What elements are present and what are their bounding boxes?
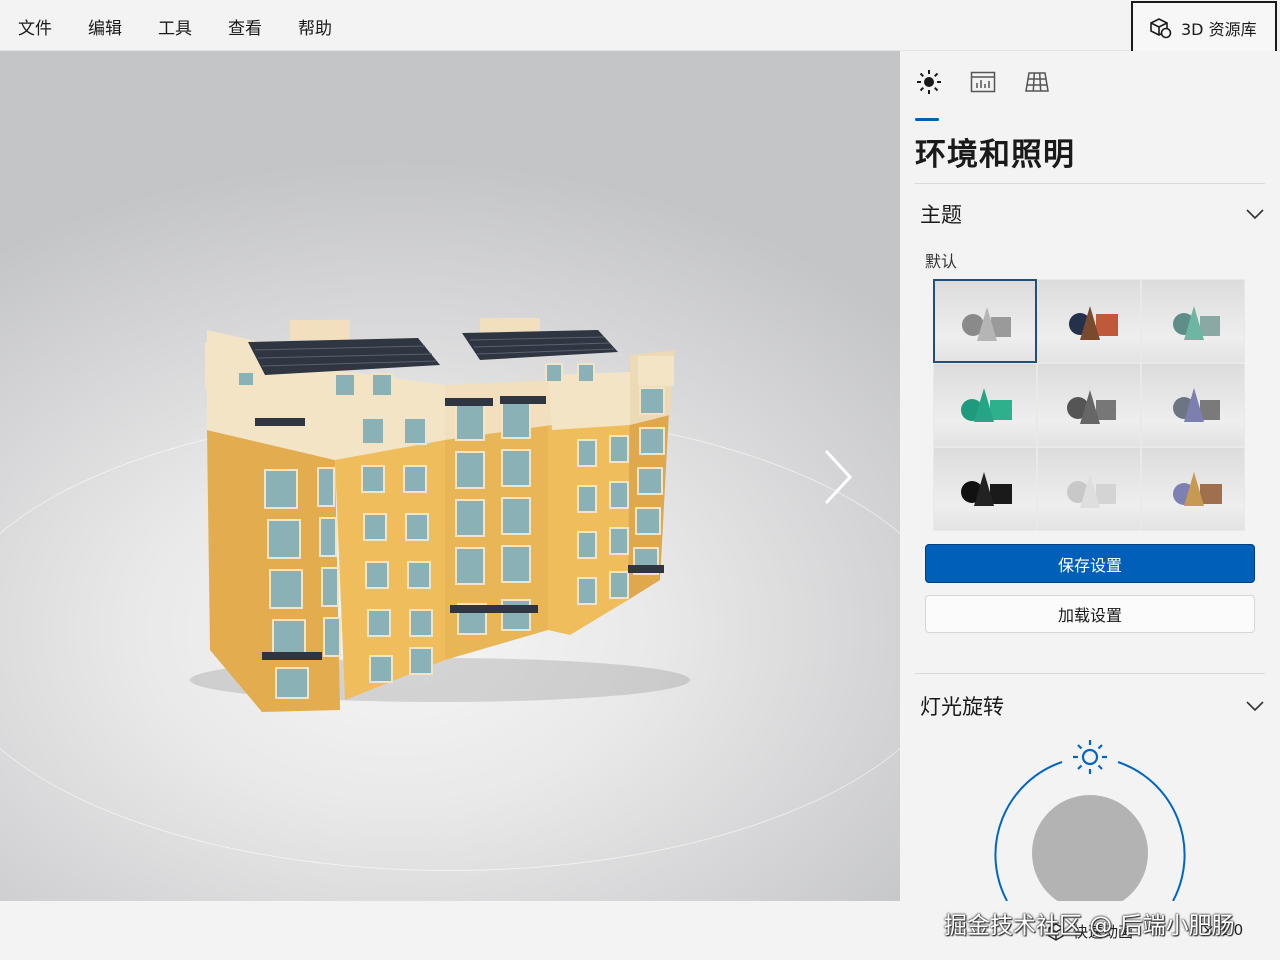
theme-section-header[interactable]: 主题 xyxy=(920,199,1265,229)
menu-edit[interactable]: 编辑 xyxy=(88,14,122,39)
stats-icon xyxy=(970,71,996,93)
theme-preset-violet[interactable] xyxy=(1141,363,1245,447)
selected-theme-label: 默认 xyxy=(925,252,958,271)
light-sphere xyxy=(1032,795,1148,901)
environment-panel: 环境和照明 主题 默认 保存设置 加载设置 灯光旋转 xyxy=(900,51,1280,901)
chevron-down-icon[interactable] xyxy=(1245,700,1265,712)
menu-tools[interactable]: 工具 xyxy=(158,14,192,39)
cube-shapes-icon xyxy=(1150,17,1172,38)
theme-preset-light[interactable] xyxy=(1037,447,1141,531)
sun-handle-icon[interactable] xyxy=(1070,737,1110,777)
menu-help[interactable]: 帮助 xyxy=(298,14,332,39)
status-bar: 快速动画 × 1.0 掘金技术社区 @ 后端小肥肠 xyxy=(0,901,1280,960)
divider xyxy=(915,673,1265,674)
grid-icon xyxy=(1025,72,1049,92)
light-rotation-dial[interactable] xyxy=(970,731,1210,901)
theme-preset-teal[interactable] xyxy=(1141,279,1245,363)
theme-heading: 主题 xyxy=(920,203,962,227)
light-rotation-heading: 灯光旋转 xyxy=(920,695,1004,719)
theme-preset-default[interactable] xyxy=(933,279,1037,363)
watermark: 掘金技术社区 @ 后端小肥肠 xyxy=(944,913,1235,939)
menu-view[interactable]: 查看 xyxy=(228,14,262,39)
sun-lighting-icon xyxy=(917,70,941,94)
light-rotation-section-header[interactable]: 灯光旋转 xyxy=(920,691,1265,721)
3d-library-button[interactable]: 3D 资源库 xyxy=(1131,1,1277,54)
theme-preset-grid xyxy=(933,279,1245,531)
load-settings-button[interactable]: 加载设置 xyxy=(925,595,1255,633)
theme-preset-warm[interactable] xyxy=(1141,447,1245,531)
panel-title: 环境和照明 xyxy=(915,137,1075,173)
theme-preset-green[interactable] xyxy=(933,363,1037,447)
divider xyxy=(915,183,1265,184)
theme-preset-slate[interactable] xyxy=(1037,363,1141,447)
tab-lighting[interactable] xyxy=(914,65,944,99)
active-tab-indicator xyxy=(915,118,939,121)
menu-file[interactable]: 文件 xyxy=(18,14,52,39)
theme-preset-sunset[interactable] xyxy=(1037,279,1141,363)
chevron-down-icon[interactable] xyxy=(1245,208,1265,220)
tab-statistics[interactable] xyxy=(968,65,998,99)
building-model[interactable] xyxy=(0,51,900,901)
chevron-right-icon[interactable] xyxy=(818,447,858,507)
panel-tabs xyxy=(914,65,1074,121)
menu-bar: 文件 编辑 工具 查看 帮助 3D 资源库 xyxy=(0,0,1280,54)
3d-viewport[interactable] xyxy=(0,51,900,901)
3d-library-label: 3D 资源库 xyxy=(1181,19,1257,39)
save-settings-button[interactable]: 保存设置 xyxy=(925,544,1255,583)
theme-preset-dark[interactable] xyxy=(933,447,1037,531)
tab-grid[interactable] xyxy=(1022,65,1052,99)
